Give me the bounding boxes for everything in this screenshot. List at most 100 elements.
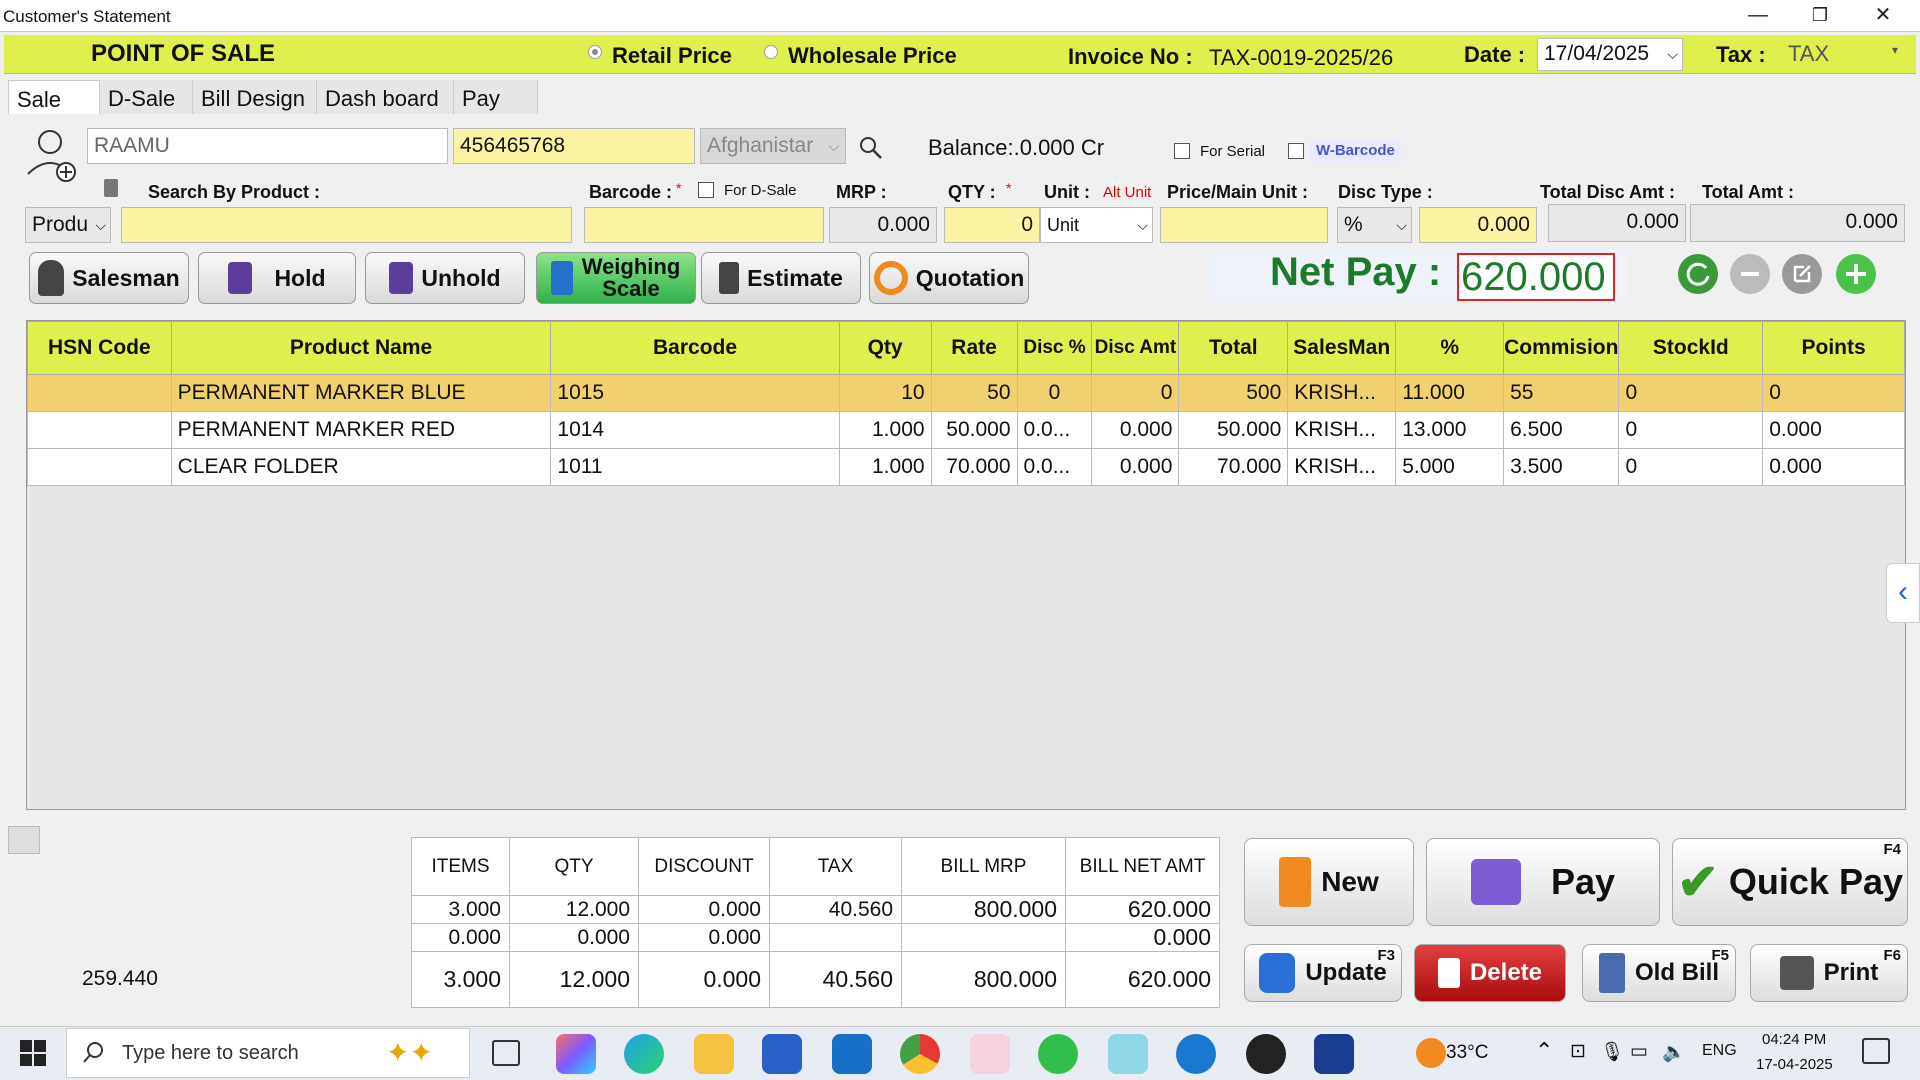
- edit-icon[interactable]: [1782, 254, 1822, 294]
- cell-product[interactable]: CLEAR FOLDER: [170, 448, 552, 486]
- w-barcode-checkbox[interactable]: [1288, 143, 1304, 159]
- restore-button[interactable]: ❐: [1792, 0, 1848, 32]
- cell-points[interactable]: 0: [1762, 374, 1905, 412]
- search-icon[interactable]: [857, 134, 885, 162]
- tax-select[interactable]: TAX ▾: [1788, 41, 1898, 71]
- cell-product[interactable]: PERMANENT MARKER RED: [170, 411, 552, 449]
- cell-barcode[interactable]: 1014: [550, 411, 840, 449]
- cell-disc-pct[interactable]: 0.0...: [1016, 448, 1093, 486]
- col-total[interactable]: Total: [1178, 321, 1289, 375]
- cell-stockid[interactable]: 0: [1618, 448, 1764, 486]
- chevron-up-icon[interactable]: ⌃: [1535, 1038, 1553, 1064]
- task-view-icon[interactable]: [492, 1040, 520, 1066]
- new-bill-button[interactable]: New: [1244, 838, 1414, 926]
- cell-commission[interactable]: 3.500: [1503, 448, 1620, 486]
- print-button[interactable]: Print F6: [1750, 944, 1908, 1002]
- add-customer-icon[interactable]: [24, 128, 80, 184]
- remote-app-icon[interactable]: [1176, 1034, 1216, 1074]
- col-disc-pct[interactable]: Disc %: [1016, 321, 1093, 375]
- chrome-icon[interactable]: [900, 1034, 940, 1074]
- store-icon[interactable]: [762, 1034, 802, 1074]
- hold-button[interactable]: Hold: [198, 252, 356, 304]
- minimize-button[interactable]: —: [1730, 0, 1786, 32]
- cell-hsn[interactable]: [27, 448, 172, 486]
- wholesale-price-radio[interactable]: [764, 43, 778, 61]
- clock-date[interactable]: 17-04-2025: [1756, 1056, 1833, 1073]
- whatsapp-icon[interactable]: [1038, 1034, 1078, 1074]
- cell-hsn[interactable]: [27, 374, 172, 412]
- cell-barcode[interactable]: 1015: [550, 374, 840, 412]
- country-select[interactable]: Afghanistar ⌵: [700, 128, 846, 164]
- speaker-icon[interactable]: 🔈: [1662, 1040, 1686, 1064]
- tab-d-sale[interactable]: D-Sale: [100, 80, 193, 114]
- cell-rate[interactable]: 50.000: [930, 411, 1018, 449]
- cell-total[interactable]: 70.000: [1178, 448, 1289, 486]
- quotation-button[interactable]: Quotation: [869, 252, 1029, 304]
- display-icon[interactable]: ▭: [1630, 1040, 1648, 1063]
- barcode-input[interactable]: [584, 207, 824, 243]
- language-indicator[interactable]: ENG: [1702, 1042, 1737, 1060]
- cell-commission[interactable]: 6.500: [1503, 411, 1620, 449]
- cell-stockid[interactable]: 0: [1618, 411, 1764, 449]
- price-main-unit-input[interactable]: [1160, 207, 1328, 243]
- table-row[interactable]: PERMANENT MARKER BLUE 1015 10 50 0 0 500 KRISH.…: [27, 374, 1905, 412]
- cell-disc-pct[interactable]: 0.0...: [1016, 411, 1093, 449]
- notification-icon[interactable]: [1862, 1038, 1890, 1064]
- cell-disc-amt[interactable]: 0: [1091, 374, 1180, 412]
- cell-percent[interactable]: 13.000: [1395, 411, 1505, 449]
- cell-points[interactable]: 0.000: [1762, 448, 1905, 486]
- estimate-button[interactable]: Estimate: [701, 252, 861, 304]
- disc-type-select[interactable]: % ⌵: [1337, 207, 1412, 243]
- col-qty[interactable]: Qty: [838, 321, 932, 375]
- col-commission[interactable]: Commision: [1503, 321, 1620, 375]
- cell-qty[interactable]: 1.000: [838, 411, 932, 449]
- tab-pay[interactable]: Pay: [454, 80, 538, 114]
- col-points[interactable]: Points: [1762, 321, 1905, 375]
- cell-total[interactable]: 500: [1178, 374, 1289, 412]
- cell-salesman[interactable]: KRISH...: [1287, 411, 1397, 449]
- tab-bill-design[interactable]: Bill Design: [193, 80, 317, 114]
- cell-barcode[interactable]: 1011: [550, 448, 840, 486]
- collapse-panel-icon[interactable]: ‹: [1886, 563, 1920, 623]
- cell-qty[interactable]: 1.000: [838, 448, 932, 486]
- mrp-input[interactable]: 0.000: [829, 207, 937, 243]
- network-icon[interactable]: ⊡: [1570, 1040, 1586, 1063]
- pos-app-icon[interactable]: [1314, 1034, 1354, 1074]
- cell-product[interactable]: PERMANENT MARKER BLUE: [170, 374, 552, 412]
- for-serial-checkbox[interactable]: [1174, 143, 1190, 159]
- for-dsale-checkbox[interactable]: [698, 182, 714, 198]
- remove-icon[interactable]: [1730, 254, 1770, 294]
- col-salesman[interactable]: SalesMan: [1287, 321, 1397, 375]
- retail-price-radio[interactable]: [588, 43, 602, 61]
- unit-select[interactable]: Unit ⌵: [1040, 207, 1153, 243]
- salesman-button[interactable]: Salesman: [29, 252, 189, 304]
- col-product-name[interactable]: Product Name: [170, 321, 552, 375]
- pay-button[interactable]: Pay: [1426, 838, 1660, 926]
- product-search-input[interactable]: [121, 207, 572, 243]
- cell-disc-amt[interactable]: 0.000: [1091, 448, 1180, 486]
- col-hsn-code[interactable]: HSN Code: [27, 321, 172, 375]
- table-row[interactable]: CLEAR FOLDER 1011 1.000 70.000 0.0... 0.000 70…: [27, 448, 1905, 486]
- outlook-icon[interactable]: [832, 1034, 872, 1074]
- cell-percent[interactable]: 5.000: [1395, 448, 1505, 486]
- customer-name-field[interactable]: RAAMU: [87, 128, 448, 164]
- unhold-button[interactable]: Unhold: [365, 252, 525, 304]
- clock-time[interactable]: 04:24 PM: [1762, 1031, 1826, 1048]
- cell-qty[interactable]: 10: [838, 374, 932, 412]
- cell-disc-amt[interactable]: 0.000: [1091, 411, 1180, 449]
- col-percent[interactable]: %: [1395, 321, 1505, 375]
- cell-percent[interactable]: 11.000: [1395, 374, 1505, 412]
- customer-phone-field[interactable]: 456465768: [453, 128, 695, 164]
- copilot-icon[interactable]: [556, 1034, 596, 1074]
- microphone-icon[interactable]: 🎙: [1600, 1040, 1624, 1064]
- col-rate[interactable]: Rate: [930, 321, 1018, 375]
- old-bill-button[interactable]: Old Bill F5: [1582, 944, 1736, 1002]
- weather-temp[interactable]: 33°C: [1446, 1042, 1488, 1064]
- tab-dashboard[interactable]: Dash board: [317, 80, 454, 114]
- qty-input[interactable]: 0: [944, 207, 1040, 243]
- cell-stockid[interactable]: 0: [1618, 374, 1764, 412]
- snipping-tool-icon[interactable]: [970, 1034, 1010, 1074]
- discount-input[interactable]: 0.000: [1419, 207, 1537, 243]
- col-stockid[interactable]: StockId: [1618, 321, 1764, 375]
- col-disc-amt[interactable]: Disc Amt: [1091, 321, 1180, 375]
